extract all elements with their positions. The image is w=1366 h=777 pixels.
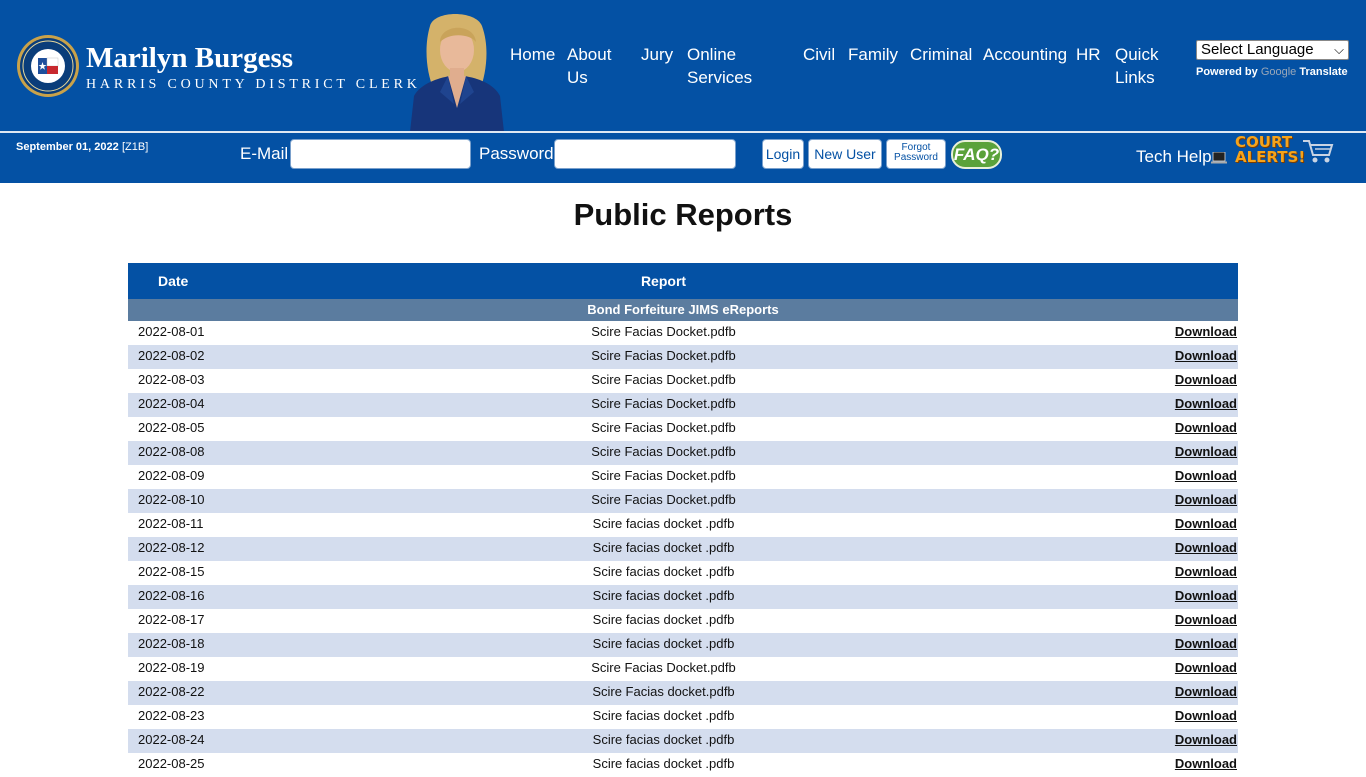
table-header: Date Report: [128, 263, 1238, 299]
download-link[interactable]: Download: [1175, 564, 1237, 579]
download-link[interactable]: Download: [1175, 396, 1237, 411]
table-row: 2022-08-09 Scire Facias Docket.pdfb Downlo…: [128, 465, 1238, 489]
download-link[interactable]: Download: [1175, 732, 1237, 747]
login-button[interactable]: Login: [762, 139, 804, 169]
table-row: 2022-08-01 Scire Facias Docket.pdfb Downlo…: [128, 321, 1238, 345]
site-header: Marilyn Burgess HARRIS COUNTY DISTRICT C…: [0, 0, 1366, 132]
nav-online-services[interactable]: Online Services: [687, 43, 752, 89]
download-link[interactable]: Download: [1175, 684, 1237, 699]
report-file-name: Scire facias docket .pdfb: [592, 564, 735, 579]
table-row: 2022-08-19 Scire Facias Docket.pdfb Downlo…: [128, 657, 1238, 681]
download-link[interactable]: Download: [1175, 324, 1237, 339]
language-select-value: Select Language: [1201, 41, 1314, 58]
report-file-name: Scire Facias Docket.pdfb: [591, 420, 736, 435]
table-row: 2022-08-10 Scire Facias Docket.pdfb Downlo…: [128, 489, 1238, 513]
download-link[interactable]: Download: [1175, 348, 1237, 363]
report-file-name: Scire Facias Docket.pdfb: [591, 660, 736, 675]
nav-home[interactable]: Home: [510, 43, 555, 66]
chevron-down-icon: ⌵: [1334, 42, 1344, 57]
table-row: 2022-08-04 Scire Facias Docket.pdfb Downlo…: [128, 393, 1238, 417]
password-field[interactable]: [554, 139, 736, 169]
current-date: September 01, 2022: [16, 141, 119, 153]
new-user-button[interactable]: New User: [808, 139, 882, 169]
nav-family[interactable]: Family: [848, 43, 898, 66]
report-file-name: Scire Facias Docket.pdfb: [591, 348, 736, 363]
court-alerts-line-2: ALERTS!: [1235, 148, 1306, 166]
forgot-password-button[interactable]: Forgot Password: [886, 139, 946, 169]
faq-button[interactable]: FAQ?: [951, 140, 1002, 169]
nav-about-us[interactable]: About Us: [567, 43, 625, 89]
nav-hr[interactable]: HR: [1076, 43, 1101, 66]
table-row: 2022-08-24 Scire facias docket .pdfb Downl…: [128, 729, 1238, 753]
table-row: 2022-08-08 Scire Facias Docket.pdfb Downlo…: [128, 441, 1238, 465]
powered-by-google-translate[interactable]: Powered by Google Translate: [1196, 66, 1348, 78]
report-file-name: Scire facias docket .pdfb: [592, 636, 735, 651]
table-row: 2022-08-15 Scire facias docket .pdfb Downl…: [128, 561, 1238, 585]
download-link[interactable]: Download: [1175, 588, 1237, 603]
column-header-report: Report: [640, 273, 687, 289]
download-link[interactable]: Download: [1175, 468, 1237, 483]
password-label: Password: [479, 144, 554, 163]
download-link[interactable]: Download: [1175, 492, 1237, 507]
report-file-name: Scire Facias Docket.pdfb: [591, 396, 736, 411]
table-row: 2022-08-16 Scire facias docket .pdfb Downl…: [128, 585, 1238, 609]
nav-civil[interactable]: Civil: [803, 43, 835, 66]
report-file-name: Scire Facias Docket.pdfb: [591, 492, 736, 507]
language-select[interactable]: Select Language ⌵: [1196, 40, 1349, 60]
report-file-name: Scire Facias Docket.pdfb: [591, 324, 736, 339]
laptop-icon[interactable]: [1211, 152, 1227, 164]
page-title: Public Reports: [573, 197, 793, 232]
email-label: E-Mail: [240, 144, 289, 163]
email-field[interactable]: [290, 139, 471, 169]
court-alerts-link[interactable]: COURT ALERTS!: [1235, 135, 1306, 169]
report-file-name: Scire Facias Docket.pdfb: [591, 444, 736, 459]
table-row: 2022-08-03 Scire Facias Docket.pdfb Downlo…: [128, 369, 1238, 393]
district-clerk-seal-icon[interactable]: [16, 34, 80, 98]
report-file-name: Scire facias docket .pdfb: [592, 588, 735, 603]
download-link[interactable]: Download: [1175, 540, 1237, 555]
forgot-password-label-2: Password: [894, 152, 938, 163]
shopping-cart-icon[interactable]: [1301, 137, 1335, 165]
report-file-name: Scire Facias Docket.pdfb: [591, 372, 736, 387]
report-file-name: Scire facias docket .pdfb: [592, 516, 735, 531]
brand-name: Marilyn Burgess: [86, 42, 294, 74]
report-table-body: 2022-08-01 Scire Facias Docket.pdfb Downlo…: [128, 321, 1238, 777]
nav-criminal[interactable]: Criminal: [910, 43, 972, 66]
table-row: 2022-08-25 Scire facias docket .pdfb Downl…: [128, 753, 1238, 777]
nav-jury[interactable]: Jury: [641, 43, 673, 66]
download-link[interactable]: Download: [1175, 636, 1237, 651]
table-row: 2022-08-02 Scire Facias Docket.pdfb Downlo…: [128, 345, 1238, 369]
nav-quick-links[interactable]: Quick Links: [1115, 43, 1159, 89]
table-row: 2022-08-11 Scire facias docket .pdfb Downl…: [128, 513, 1238, 537]
report-file-name: Scire facias docket .pdfb: [592, 756, 735, 771]
download-link[interactable]: Download: [1175, 420, 1237, 435]
table-row: 2022-08-05 Scire Facias Docket.pdfb Downlo…: [128, 417, 1238, 441]
tech-help-link[interactable]: Tech Help: [1136, 147, 1212, 167]
table-row: 2022-08-18 Scire facias docket .pdfb Downl…: [128, 633, 1238, 657]
report-file-name: Scire facias docket .pdfb: [592, 732, 735, 747]
table-row: 2022-08-12 Scire facias docket .pdfb Downl…: [128, 537, 1238, 561]
report-file-name: Scire Facias Docket.pdfb: [591, 468, 736, 483]
table-row: 2022-08-22 Scire Facias docket.pdfb Downlo…: [128, 681, 1238, 705]
download-link[interactable]: Download: [1175, 708, 1237, 723]
report-file-name: Scire facias docket .pdfb: [592, 540, 735, 555]
download-link[interactable]: Download: [1175, 660, 1237, 675]
table-row: 2022-08-17 Scire facias docket .pdfb Downl…: [128, 609, 1238, 633]
download-link[interactable]: Download: [1175, 516, 1237, 531]
download-link[interactable]: Download: [1175, 372, 1237, 387]
report-group-heading: Bond Forfeiture JIMS eReports: [128, 299, 1238, 321]
download-link[interactable]: Download: [1175, 756, 1237, 771]
nav-accounting[interactable]: Accounting: [983, 43, 1067, 66]
download-link[interactable]: Download: [1175, 444, 1237, 459]
brand-subtitle: HARRIS COUNTY DISTRICT CLERK: [86, 77, 421, 92]
server-zone: [Z1B]: [122, 141, 149, 153]
table-row: 2022-08-23 Scire facias docket .pdfb Downl…: [128, 705, 1238, 729]
report-file-name: Scire facias docket .pdfb: [592, 708, 735, 723]
clerk-portrait: [410, 14, 504, 132]
download-link[interactable]: Download: [1175, 612, 1237, 627]
report-file-name: Scire Facias docket.pdfb: [592, 684, 735, 699]
report-file-name: Scire facias docket .pdfb: [592, 612, 735, 627]
